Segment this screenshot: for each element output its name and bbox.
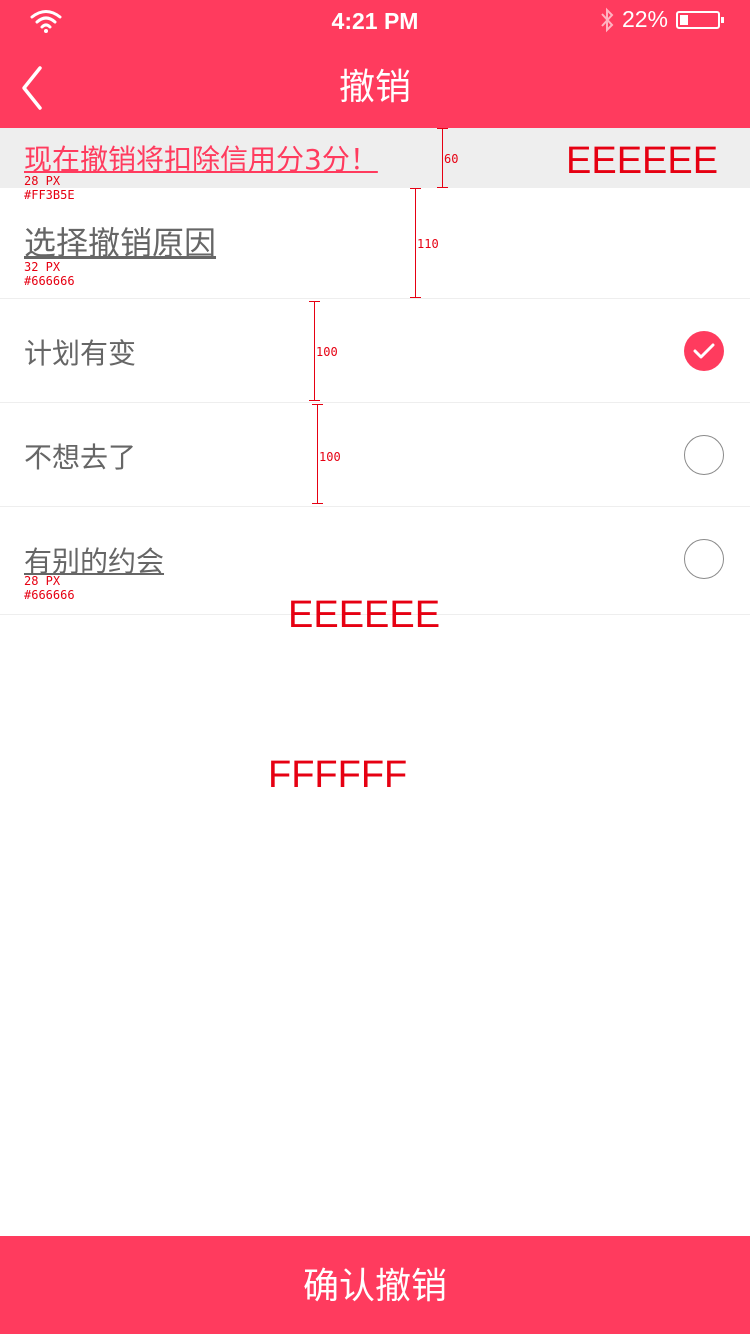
section-title: 选择撤销原因 <box>24 224 217 262</box>
list-item[interactable]: 不想去了 <box>0 403 750 506</box>
dimension-100-b <box>312 404 323 504</box>
status-right: 22% <box>600 6 724 33</box>
header: 4:21 PM 22% 撤销 <box>0 0 750 128</box>
dimension-100-b-label: 100 <box>319 450 341 464</box>
page-title: 撤销 <box>338 67 411 108</box>
check-icon <box>693 343 715 359</box>
dimension-110 <box>410 188 421 298</box>
dimension-100-a-label: 100 <box>316 345 338 359</box>
dimension-60 <box>437 128 448 188</box>
warning-bg-annotation: EEEEEE <box>566 140 719 182</box>
battery-cap <box>721 16 724 23</box>
section-spec-color: #666666 <box>24 274 75 288</box>
dimension-110-label: 110 <box>417 237 439 251</box>
warning-text: 现在撤销将扣除信用分3分！ <box>24 143 378 176</box>
radio-checked[interactable] <box>684 331 724 371</box>
divider-color-annotation: EEEEEE <box>288 594 441 636</box>
battery-icon <box>676 10 724 29</box>
option-label: 计划有变 <box>24 337 137 370</box>
warning-spec-color: #FF3B5E <box>24 188 75 202</box>
option-spec-size: 28 PX <box>24 574 61 588</box>
bluetooth-icon <box>601 7 614 32</box>
battery-percent: 22% <box>621 6 668 32</box>
radio-unchecked[interactable] <box>684 539 724 579</box>
confirm-cancel-button[interactable]: 确认撤销 <box>0 1236 750 1334</box>
option-label: 不想去了 <box>24 441 137 474</box>
dimension-100-a <box>309 301 320 401</box>
section-spec-size: 32 PX <box>24 260 61 274</box>
dimension-60-label: 60 <box>444 152 459 166</box>
list-item[interactable]: 计划有变 <box>0 299 750 402</box>
background-color-annotation: FFFFFF <box>268 754 408 796</box>
warning-spec-size: 28 PX <box>24 174 61 188</box>
option-spec-color: #666666 <box>24 588 75 602</box>
battery-fill <box>680 14 688 25</box>
radio-unchecked[interactable] <box>684 435 724 475</box>
